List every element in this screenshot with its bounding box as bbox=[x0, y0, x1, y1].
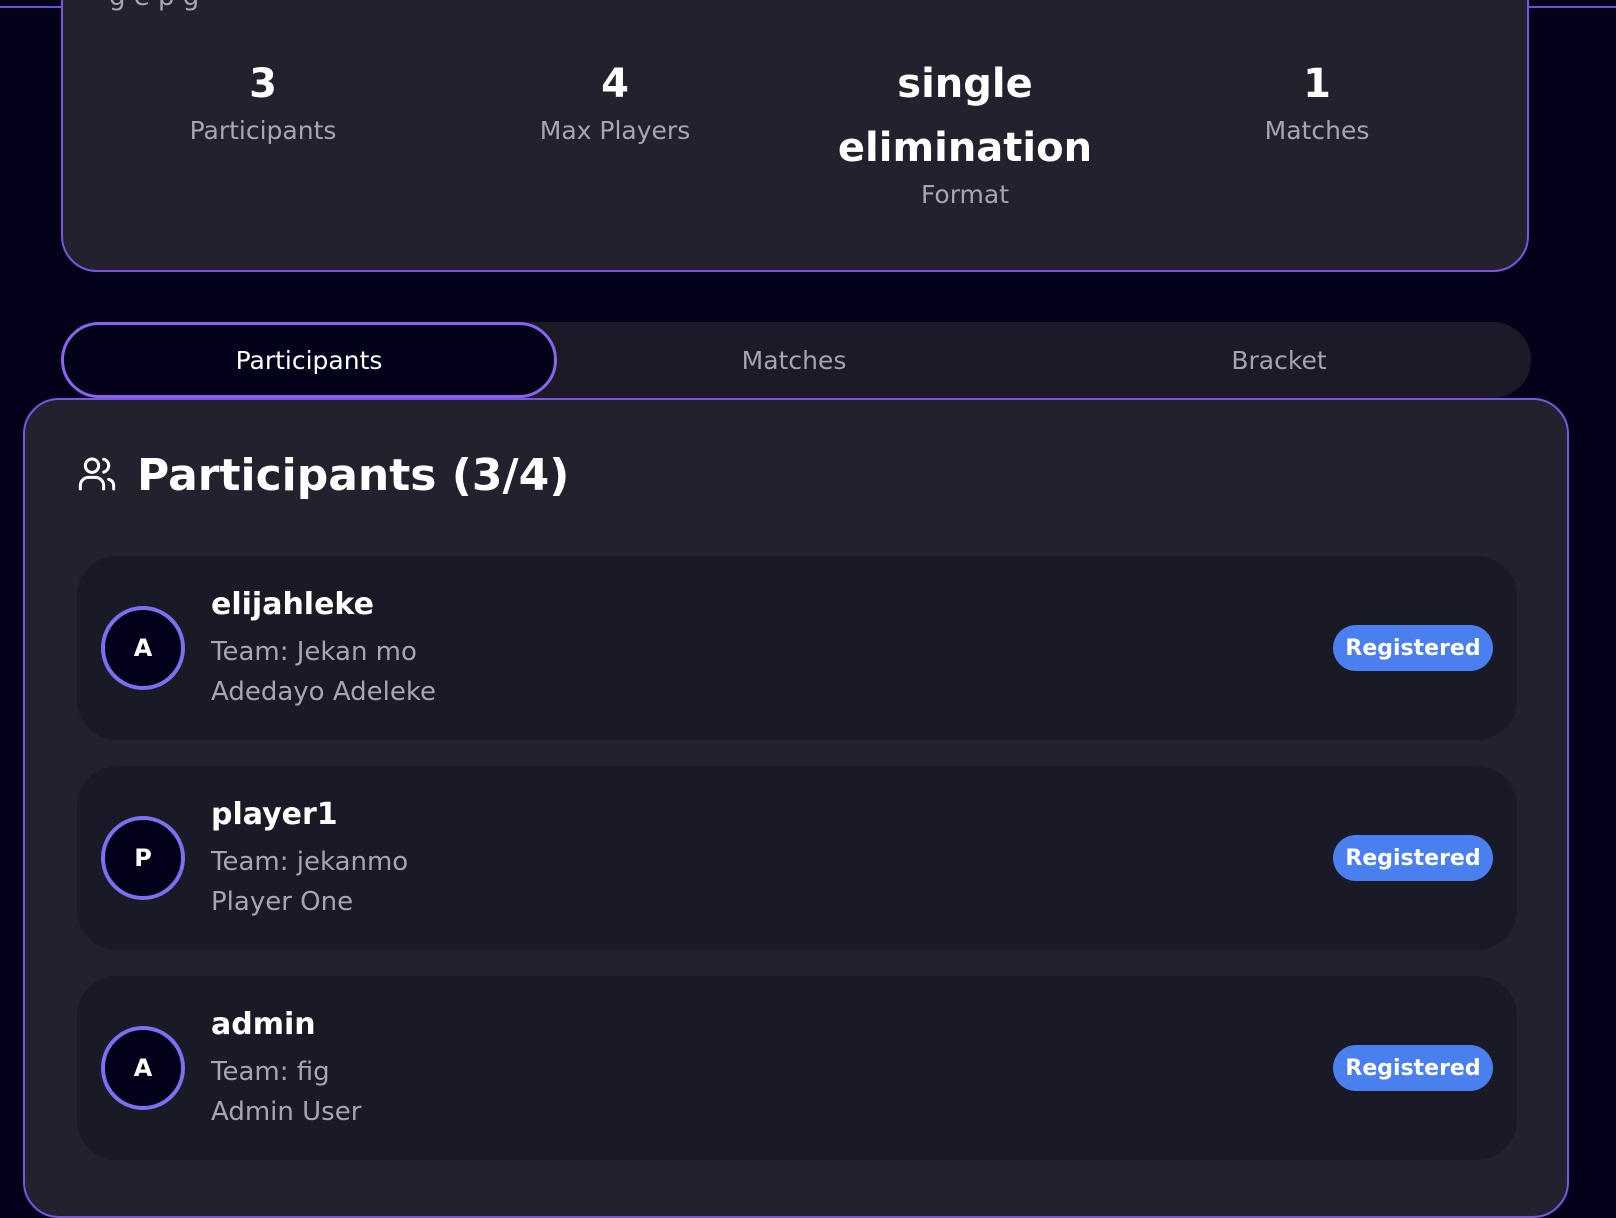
stat-matches-label: Matches bbox=[1264, 116, 1370, 145]
participants-panel: Participants (3/4) A elijahleke Team: Je… bbox=[23, 398, 1569, 1218]
status-badge: Registered bbox=[1333, 835, 1493, 881]
participant-fullname: Admin User bbox=[211, 1097, 362, 1127]
tab-matches[interactable]: Matches bbox=[546, 322, 1042, 398]
status-badge: Registered bbox=[1333, 1045, 1493, 1091]
status-badge: Registered bbox=[1333, 625, 1493, 671]
participant-row[interactable]: P player1 Team: jekanmo Player One Regis… bbox=[77, 766, 1517, 950]
participant-team: Team: Jekan mo bbox=[211, 637, 417, 667]
stat-format-label: Format bbox=[920, 180, 1010, 209]
stat-participants-label: Participants bbox=[189, 116, 337, 145]
participant-fullname: Player One bbox=[211, 887, 354, 917]
stat-participants-value: 3 bbox=[249, 61, 277, 107]
stat-matches-value: 1 bbox=[1303, 61, 1331, 107]
participant-username: player1 bbox=[211, 797, 338, 832]
stat-matches: 1 Matches bbox=[1147, 52, 1487, 148]
stat-participants: 3 Participants bbox=[93, 52, 433, 148]
avatar: A bbox=[101, 606, 185, 690]
participant-row[interactable]: A admin Team: fig Admin User Registered bbox=[77, 976, 1517, 1160]
participant-username: elijahleke bbox=[211, 587, 374, 622]
tab-bar: Participants Matches Bracket bbox=[61, 322, 1531, 398]
stat-max-players-value: 4 bbox=[601, 61, 629, 107]
participant-row[interactable]: A elijahleke Team: Jekan mo Adedayo Adel… bbox=[77, 556, 1517, 740]
truncated-description: g e p g bbox=[109, 0, 199, 10]
participants-header: Participants (3/4) bbox=[77, 448, 569, 504]
participant-team: Team: jekanmo bbox=[211, 847, 409, 877]
participant-info: admin Team: fig Admin User bbox=[211, 1006, 361, 1132]
stat-format-value-line1: single bbox=[897, 61, 1033, 107]
stat-format: single elimination Format bbox=[795, 52, 1135, 212]
participant-username: admin bbox=[211, 1007, 316, 1042]
participant-fullname: Adedayo Adeleke bbox=[211, 677, 436, 707]
tab-bracket[interactable]: Bracket bbox=[1031, 322, 1527, 398]
panel-title: Participants (3/4) bbox=[137, 450, 570, 501]
participant-team: Team: fig bbox=[211, 1057, 330, 1087]
avatar: A bbox=[101, 1026, 185, 1110]
avatar: P bbox=[101, 816, 185, 900]
users-icon bbox=[77, 454, 117, 498]
participant-info: elijahleke Team: Jekan mo Adedayo Adelek… bbox=[211, 586, 436, 712]
tournament-stats-card: g e p g 3 Participants 4 Max Players sin… bbox=[61, 0, 1529, 272]
stat-max-players: 4 Max Players bbox=[445, 52, 785, 148]
participant-info: player1 Team: jekanmo Player One bbox=[211, 796, 408, 922]
stat-format-value-line2: elimination bbox=[837, 125, 1093, 171]
tab-participants[interactable]: Participants bbox=[61, 322, 557, 398]
stat-max-players-label: Max Players bbox=[539, 116, 691, 145]
